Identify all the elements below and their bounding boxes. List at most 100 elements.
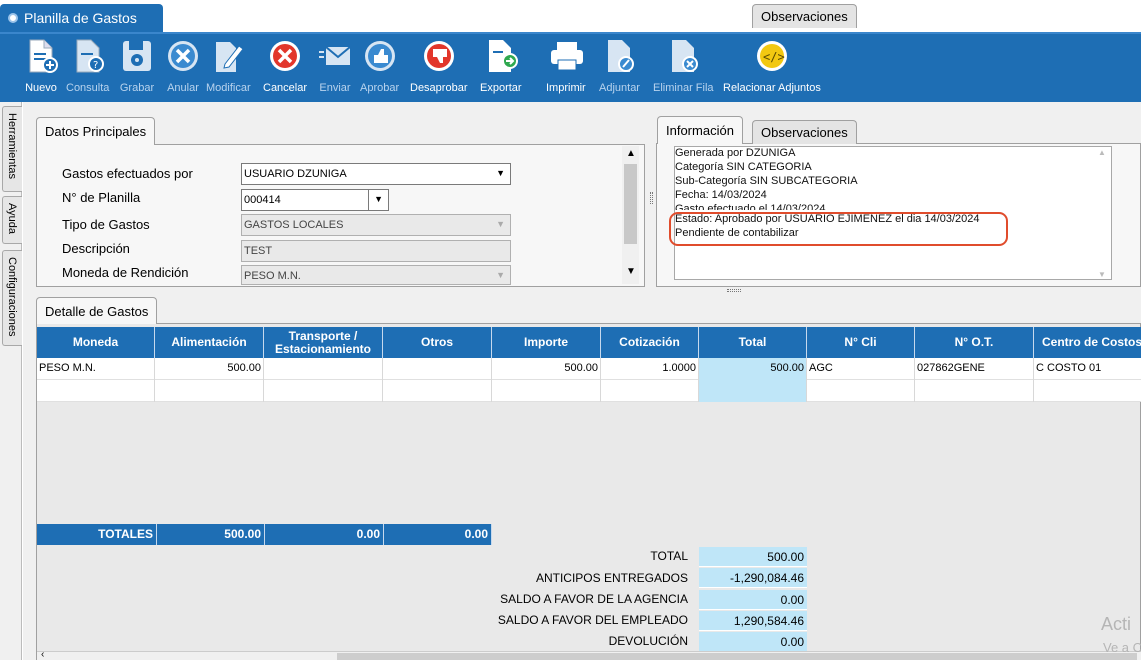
cell-alimentacion[interactable]: 500.00 (155, 358, 264, 380)
svg-text:?: ? (93, 60, 98, 71)
descripcion-field[interactable]: TEST (241, 240, 511, 262)
tab-detalle-gastos[interactable]: Detalle de Gastos (36, 297, 158, 324)
anular-button[interactable]: Anular (165, 38, 201, 94)
info-line: Generada por DZUNIGA (675, 147, 796, 159)
window-title: Planilla de Gastos (24, 10, 137, 26)
col-cotizacion[interactable]: Cotización (601, 327, 699, 358)
consulta-button[interactable]: ? Consulta (66, 38, 109, 94)
scroll-up-icon[interactable]: ▲ (626, 148, 636, 159)
cell-cotizacion[interactable]: 1.0000 (601, 358, 699, 380)
adjuntar-button[interactable]: Adjuntar (599, 38, 640, 94)
total-alimentacion: 500.00 (157, 524, 265, 545)
sidebar-tab-herramientas[interactable]: Herramientas (2, 106, 22, 192)
consulta-label: Consulta (66, 82, 110, 94)
scroll-thumb[interactable] (337, 653, 1137, 660)
link-attachments-icon: </> (754, 38, 790, 74)
col-importe[interactable]: Importe (492, 327, 601, 358)
scroll-thumb[interactable] (624, 164, 637, 244)
cell-importe[interactable]: 500.00 (492, 358, 601, 380)
table-row-empty[interactable] (37, 380, 1141, 402)
cell-empty[interactable] (601, 380, 699, 402)
exportar-label: Exportar (480, 82, 522, 94)
col-n-ot[interactable]: N° O.T. (915, 327, 1034, 358)
scroll-down-icon[interactable]: ▼ (1098, 270, 1106, 279)
window-tab[interactable]: Planilla de Gastos (0, 4, 163, 32)
tipo-gastos-value: GASTOS LOCALES (244, 219, 344, 231)
relacionar-adjuntos-button[interactable]: </> Relacionar Adjuntos (723, 38, 821, 94)
scroll-left-icon[interactable]: ‹ (41, 649, 44, 660)
modificar-label: Modificar (206, 82, 251, 94)
cancelar-button[interactable]: Cancelar (263, 38, 307, 94)
grabar-button[interactable]: Grabar (119, 38, 155, 94)
cell-centro-costos[interactable]: C COSTO 01 (1034, 358, 1141, 380)
save-icon (119, 38, 155, 74)
cell-empty[interactable] (383, 380, 492, 402)
cell-empty[interactable] (915, 380, 1034, 402)
moneda-select[interactable]: PESO M.N. ▼ (241, 265, 511, 285)
grid-horizontal-scrollbar[interactable]: ‹ (37, 649, 1141, 660)
summary-saldo-agencia-value: 0.00 (699, 590, 807, 610)
desaprobar-button[interactable]: Desaprobar (410, 38, 467, 94)
planilla-select[interactable]: 000414 ▼ (241, 189, 389, 211)
summary-devolucion-label: DEVOLUCIÓN (608, 634, 688, 648)
summary-anticipos-label: ANTICIPOS ENTREGADOS (535, 571, 688, 585)
tab-label: Observaciones (761, 9, 848, 24)
vertical-splitter[interactable] (650, 192, 653, 204)
col-n-cli[interactable]: N° Cli (807, 327, 915, 358)
enviar-button[interactable]: Enviar (317, 38, 353, 94)
datos-scrollbar[interactable]: ▲ ▼ (622, 146, 639, 284)
col-total[interactable]: Total (699, 327, 807, 358)
gastos-por-select[interactable]: USUARIO DZUNIGA ▼ (241, 163, 511, 185)
sidebar-tab-ayuda[interactable]: Ayuda (2, 196, 22, 244)
window-icon (8, 13, 18, 23)
query-doc-icon: ? (70, 38, 106, 74)
scroll-down-icon[interactable]: ▼ (626, 266, 636, 277)
send-mail-icon (317, 38, 353, 74)
cell-n-cli[interactable]: AGC (807, 358, 915, 380)
descripcion-label: Descripción (62, 241, 130, 256)
eliminar-fila-button[interactable]: Eliminar Fila (653, 38, 714, 94)
totals-label: TOTALES (37, 524, 157, 545)
cell-empty[interactable] (807, 380, 915, 402)
totals-row: TOTALES 500.00 0.00 0.00 (37, 524, 492, 545)
imprimir-button[interactable]: Imprimir (546, 38, 586, 94)
moneda-value: PESO M.N. (244, 270, 301, 282)
cell-empty[interactable] (699, 380, 807, 402)
table-row[interactable]: PESO M.N. 500.00 500.00 1.0000 500.00 AG… (37, 358, 1141, 380)
window-tab-strip: Planilla de Gastos (0, 0, 1141, 32)
attach-icon (601, 38, 637, 74)
tab-datos-principales[interactable]: Datos Principales (36, 117, 156, 145)
tab-informacion[interactable]: Información (657, 116, 743, 144)
info-scrollbar[interactable]: ▲ ▼ (1096, 148, 1110, 279)
cell-total[interactable]: 500.00 (699, 358, 807, 380)
grabar-label: Grabar (119, 82, 155, 94)
tipo-gastos-select[interactable]: GASTOS LOCALES ▼ (241, 214, 511, 236)
cell-otros[interactable] (383, 358, 492, 380)
cell-empty[interactable] (155, 380, 264, 402)
modificar-button[interactable]: Modificar (206, 38, 251, 94)
planilla-value: 000414 (244, 194, 281, 206)
col-centro-costos[interactable]: Centro de Costos (1034, 327, 1141, 358)
col-moneda[interactable]: Moneda (37, 327, 155, 358)
horizontal-splitter[interactable] (727, 289, 741, 292)
cell-empty[interactable] (264, 380, 383, 402)
sidebar-tab-configuraciones[interactable]: Configuraciones (2, 250, 22, 346)
col-alimentacion[interactable]: Alimentación (155, 327, 264, 358)
tab-observaciones[interactable]: Observaciones (752, 4, 857, 28)
cell-transporte[interactable] (264, 358, 383, 380)
summary-devolucion-value: 0.00 (699, 632, 807, 652)
nuevo-button[interactable]: Nuevo (23, 38, 59, 94)
cell-empty[interactable] (492, 380, 601, 402)
cell-empty[interactable] (37, 380, 155, 402)
tab-observaciones-face[interactable]: Observaciones (752, 120, 857, 144)
tab-label: Datos Principales (45, 124, 147, 139)
cell-moneda[interactable]: PESO M.N. (37, 358, 155, 380)
exportar-button[interactable]: ▾ Exportar (480, 38, 522, 94)
delete-row-icon (665, 38, 701, 74)
col-otros[interactable]: Otros (383, 327, 492, 358)
cell-empty[interactable] (1034, 380, 1141, 402)
cell-n-ot[interactable]: 027862GENE (915, 358, 1034, 380)
scroll-up-icon[interactable]: ▲ (1098, 148, 1106, 157)
aprobar-button[interactable]: Aprobar (360, 38, 399, 94)
col-transporte[interactable]: Transporte / Estacionamiento (264, 327, 383, 358)
